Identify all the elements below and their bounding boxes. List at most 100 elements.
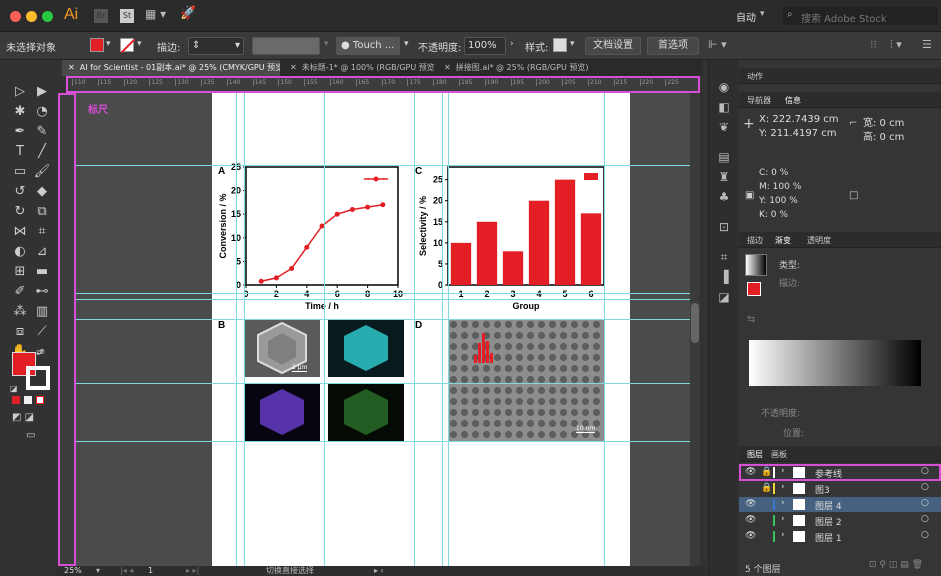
variable-width-profile[interactable] — [252, 37, 320, 55]
tab-stroke[interactable]: 描边 — [747, 235, 763, 246]
free-transform-icon[interactable]: ⌗ — [32, 222, 52, 242]
reverse-gradient-icon[interactable]: ⇆ — [747, 314, 755, 325]
lasso-tool-icon[interactable]: ◔ — [32, 102, 52, 122]
layer-actions-icon[interactable]: ⊡ ⚲ ◫ ▤ 🗑 — [869, 560, 923, 570]
default-colors-icon[interactable]: ◪ — [10, 384, 18, 393]
layer-row[interactable]: 🔒 › 图3 ○ — [739, 481, 941, 496]
first-artboard-icon[interactable]: |◂ ◂ — [120, 566, 133, 576]
swatches-icon[interactable]: ◧ — [717, 100, 731, 114]
chevron-down-icon[interactable]: ▾ — [760, 9, 765, 19]
paintbrush-tool-icon[interactable]: 🖌 — [32, 162, 52, 182]
expand-arrow-icon[interactable]: › — [781, 482, 785, 492]
search-input[interactable]: 搜索 Adobe Stock — [801, 10, 887, 25]
pen-tool-icon[interactable]: ✒ — [10, 122, 30, 142]
perspective-grid-icon[interactable]: ⊿ — [32, 242, 52, 262]
gradient-thumbnail[interactable] — [745, 254, 767, 276]
guide-line[interactable] — [76, 293, 700, 294]
tab-artboards[interactable]: 画板 — [771, 449, 787, 460]
bridge-icon[interactable]: Br — [94, 9, 108, 23]
close-window-button[interactable] — [10, 11, 21, 22]
pathfinder-icon[interactable]: ▐ — [717, 270, 731, 284]
workspace-switcher[interactable]: 自动 — [736, 9, 756, 24]
selection-tool-icon[interactable]: ▷ — [10, 82, 30, 102]
close-icon[interactable]: ✕ — [68, 63, 75, 72]
guide-line[interactable] — [76, 319, 700, 320]
guide-line[interactable] — [76, 165, 700, 166]
guide-line[interactable] — [76, 299, 700, 300]
preferences-button[interactable]: 首选项 — [647, 37, 699, 55]
gradient-fill-swatch[interactable] — [747, 282, 761, 296]
fill-swatch[interactable] — [90, 38, 104, 52]
scale-tool-icon[interactable]: ⧉ — [32, 202, 52, 222]
vertical-ruler[interactable] — [58, 93, 76, 566]
gpu-performance-icon[interactable]: 🚀 — [180, 6, 196, 21]
scrollbar-thumb[interactable] — [691, 303, 699, 343]
shaper-tool-icon[interactable]: ↺ — [10, 182, 30, 202]
tab-info[interactable]: 信息 — [785, 95, 801, 106]
guide-line[interactable] — [76, 383, 700, 384]
close-icon[interactable]: ✕ — [290, 63, 297, 72]
guide-line[interactable] — [324, 93, 325, 566]
screen-mode-icon[interactable]: ▭ — [26, 430, 35, 441]
stock-icon[interactable]: St — [120, 9, 134, 23]
mesh-tool-icon[interactable]: ⊞ — [10, 262, 30, 282]
stroke-panel-icon[interactable]: ◪ — [717, 290, 731, 304]
shape-builder-icon[interactable]: ◐ — [10, 242, 30, 262]
curvature-tool-icon[interactable]: ✎ — [32, 122, 52, 142]
expand-arrow-icon[interactable]: › — [781, 530, 785, 540]
status-menu-icon[interactable]: ▸ ‹ — [374, 566, 384, 576]
gradient-tool-icon[interactable]: ▬ — [32, 262, 52, 282]
tab-gradient[interactable]: 渐变 — [775, 235, 791, 246]
magic-wand-icon[interactable]: ✱ — [10, 102, 30, 122]
line-tool-icon[interactable]: ╱ — [32, 142, 52, 162]
type-tool-icon[interactable]: T — [10, 142, 30, 162]
next-artboard-icon[interactable]: ▸ ▸| — [186, 566, 199, 576]
chevron-down-icon[interactable]: ▾ — [96, 566, 100, 576]
eraser-tool-icon[interactable]: ◆ — [32, 182, 52, 202]
align-icon[interactable]: ⊩ ▾ — [708, 38, 727, 51]
artboard[interactable]: A 05101520250246810Time / hConversion / … — [212, 93, 630, 566]
isolate-icon[interactable]: ⫶ ▾ — [890, 38, 902, 52]
artboard-tool-icon[interactable]: ⧈ — [10, 322, 30, 342]
horizontal-ruler[interactable]: 110 115 120 125 130 135 140 145 150 155 160 165 170 1… — [66, 76, 700, 93]
slice-tool-icon[interactable]: ⟋ — [32, 322, 52, 342]
stock-search[interactable]: ⌕ 搜索 Adobe Stock — [783, 7, 938, 25]
panel-menu-icon[interactable]: ☰ — [922, 38, 932, 51]
layer-row[interactable]: 👁 › 图层 4 ○ — [739, 497, 941, 512]
graphic-style-swatch[interactable] — [553, 38, 567, 52]
expand-arrow-icon[interactable]: › — [781, 498, 785, 508]
visibility-eye-icon[interactable]: 👁 — [745, 531, 756, 541]
eyedropper-icon[interactable]: ✐ — [10, 282, 30, 302]
column-graph-icon[interactable]: ▥ — [32, 302, 52, 322]
transform-icon[interactable]: ⁝⁝ — [870, 38, 877, 51]
appearance-icon[interactable]: ♣ — [717, 190, 731, 204]
minimize-window-button[interactable] — [26, 11, 37, 22]
rectangle-tool-icon[interactable]: ▭ — [10, 162, 30, 182]
graphic-styles-icon[interactable]: ♜ — [717, 170, 731, 184]
chevron-down-icon[interactable]: ▾ — [106, 39, 111, 49]
rotate-tool-icon[interactable]: ↻ — [10, 202, 30, 222]
target-icon[interactable]: ○ — [921, 498, 929, 508]
swap-colors-icon[interactable]: ⇄ — [36, 348, 44, 358]
visibility-eye-icon[interactable]: 👁 — [745, 515, 756, 525]
target-icon[interactable]: ○ — [921, 514, 929, 524]
target-icon[interactable]: ○ — [921, 482, 929, 492]
width-tool-icon[interactable]: ⋈ — [10, 222, 30, 242]
visibility-eye-icon[interactable]: 👁 — [745, 499, 756, 509]
artboard-number[interactable]: 1 — [148, 566, 153, 576]
none-mode-icon[interactable] — [36, 396, 44, 404]
tab-document-2[interactable]: ✕ 未标题-1* @ 100% (RGB/GPU 预览) — [284, 60, 434, 76]
brush-definition[interactable]: ● Touch ... — [336, 37, 400, 55]
document-setup-button[interactable]: 文档设置 — [585, 37, 641, 55]
gradient-slider[interactable] — [749, 340, 921, 386]
chevron-down-icon[interactable]: ▾ — [404, 39, 409, 49]
chevron-right-icon[interactable]: › — [510, 39, 514, 49]
blend-tool-icon[interactable]: ⊷ — [32, 282, 52, 302]
arrange-documents-icon[interactable]: ▦ ▾ — [145, 7, 166, 21]
stroke-none-swatch[interactable] — [120, 38, 136, 54]
stroke-color-box[interactable] — [26, 366, 50, 390]
tab-layers[interactable]: 图层 — [747, 449, 763, 460]
guide-line[interactable] — [604, 93, 605, 566]
layer-row[interactable]: 👁 › 图层 2 ○ — [739, 513, 941, 528]
transform-panel-icon[interactable]: ⊡ — [717, 220, 731, 234]
